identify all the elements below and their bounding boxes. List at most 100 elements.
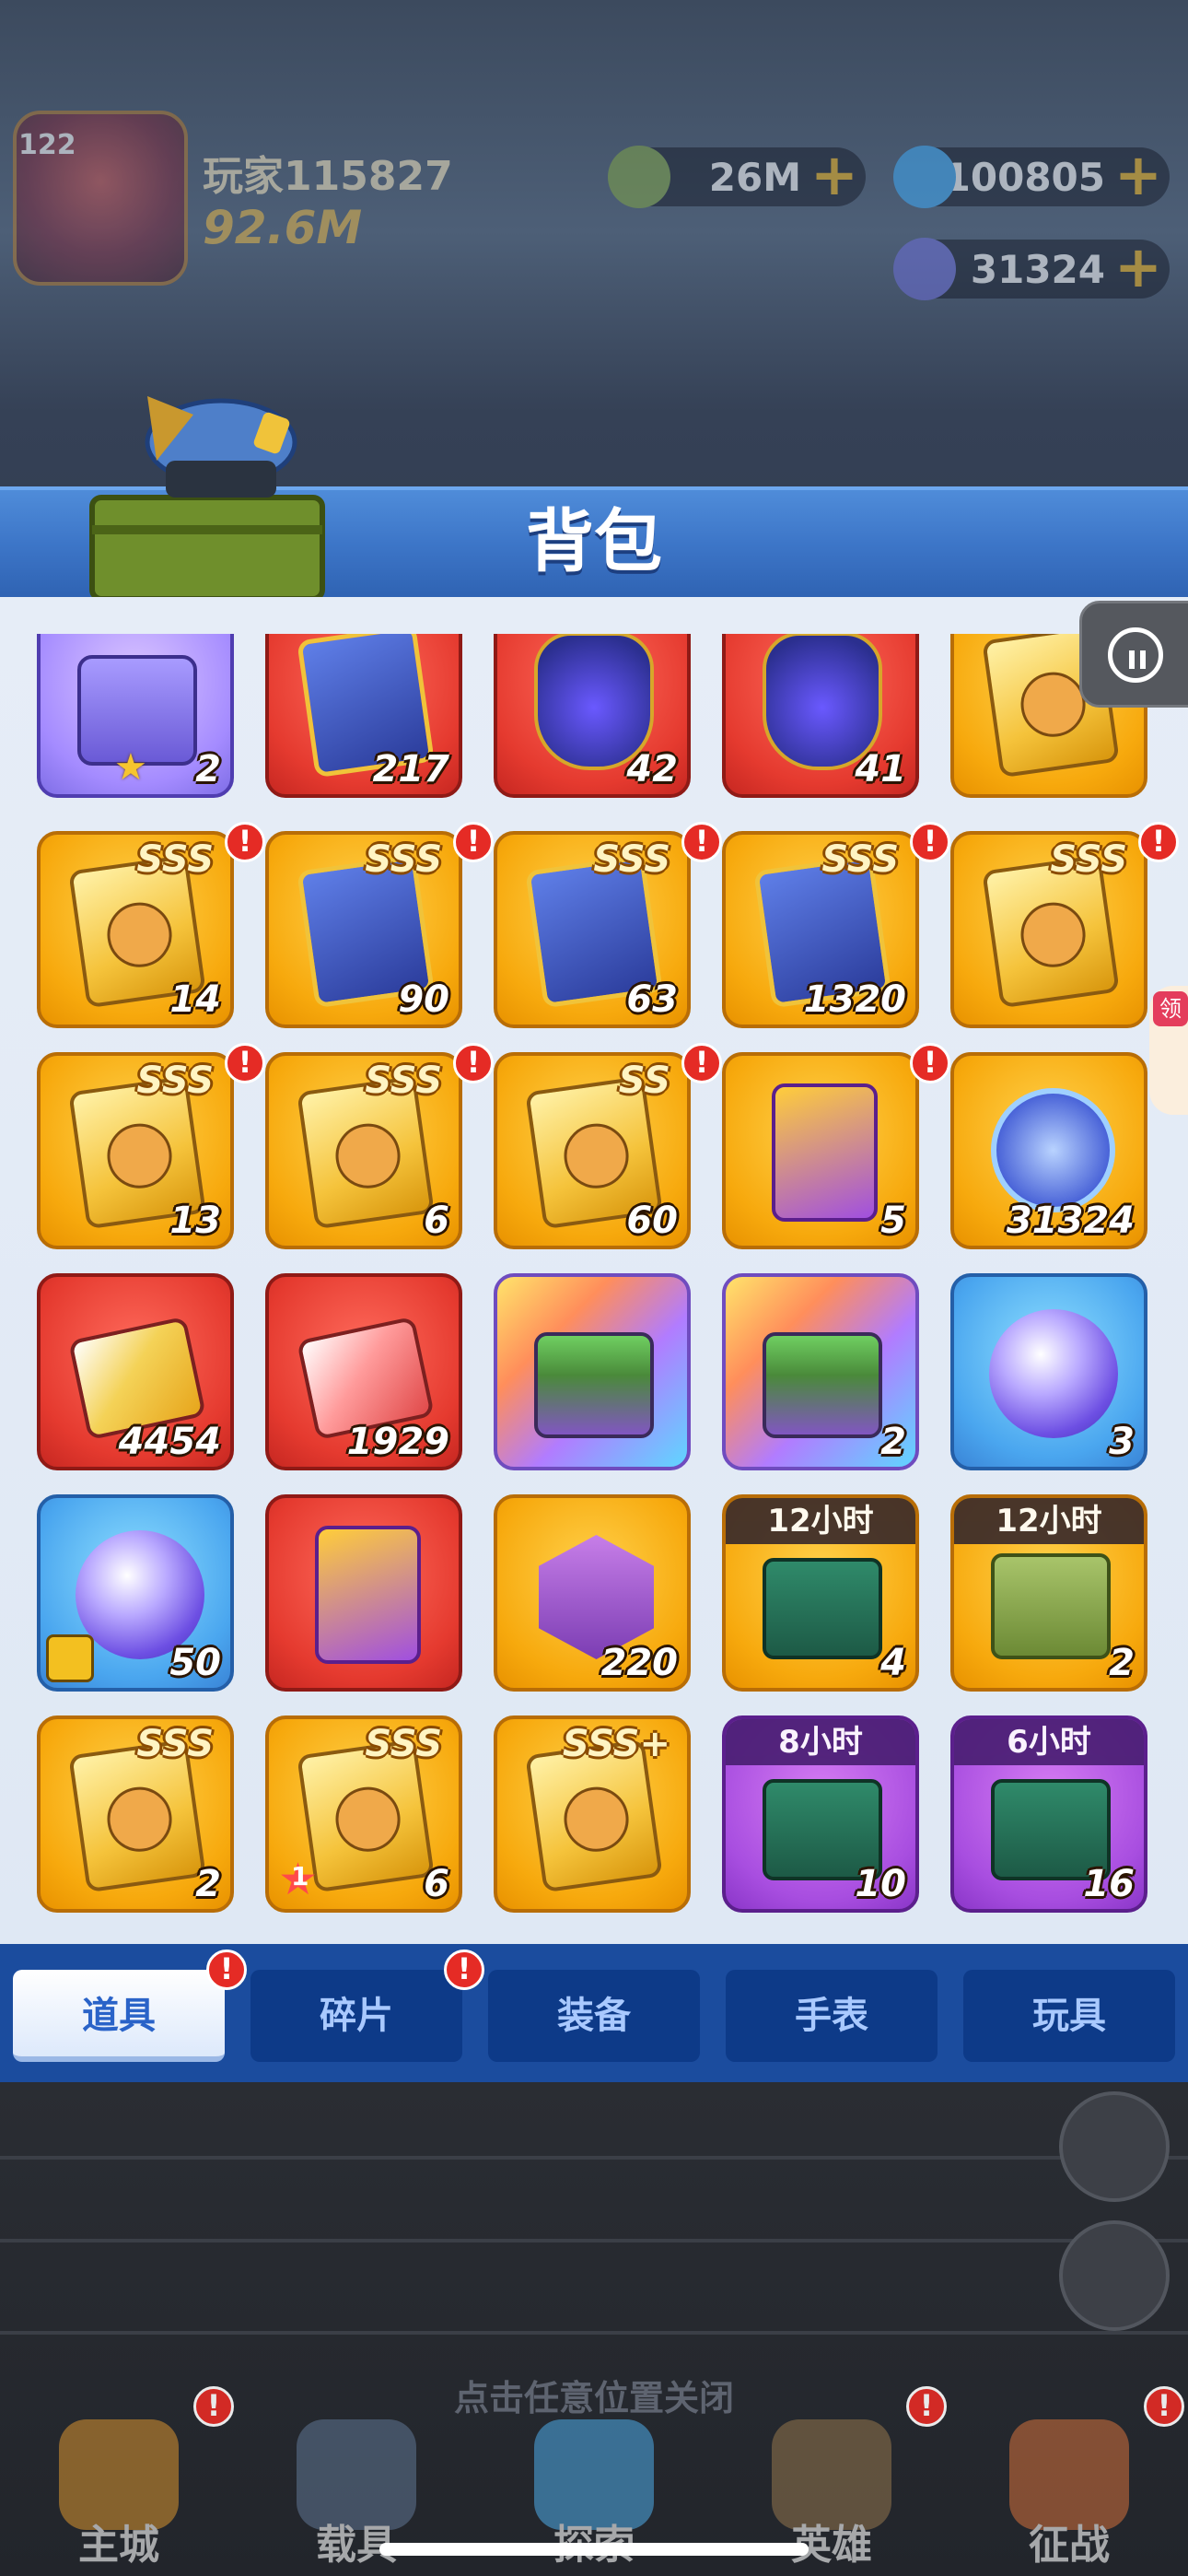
inventory-item[interactable]: SSS+: [494, 1715, 691, 1913]
item-count: 41: [855, 748, 906, 790]
item-count: 13: [169, 1200, 221, 1242]
tab-alert-badge: !: [444, 1950, 484, 1990]
inventory-item[interactable]: SSS ★ 1 6: [265, 1715, 462, 1913]
inventory-item[interactable]: 6小时 16: [950, 1715, 1147, 1913]
plus-icon[interactable]: +: [1114, 146, 1162, 204]
hero-face-icon: [560, 1783, 634, 1856]
coin-icon: [991, 1088, 1115, 1212]
star-icon: ★: [114, 746, 147, 789]
home-indicator[interactable]: [379, 2543, 809, 2556]
item-timer: 12小时: [726, 1498, 915, 1544]
item-count: 6: [424, 1863, 449, 1905]
inventory-item[interactable]: 2: [722, 1273, 919, 1470]
item-count: 1929: [346, 1421, 449, 1463]
ranking-button[interactable]: [1059, 2220, 1170, 2331]
tab-0[interactable]: 道具: [13, 1970, 225, 2062]
alert-badge: !: [453, 822, 494, 862]
inventory-item[interactable]: 1929: [265, 1273, 462, 1470]
tab-2[interactable]: 装备: [488, 1970, 700, 2062]
hero-face-icon: [103, 1783, 177, 1856]
item-count: 42: [626, 748, 678, 790]
nav-item-0[interactable]: 主城: [0, 2406, 238, 2576]
tab-1[interactable]: 碎片: [250, 1970, 462, 2062]
item-count: 4454: [118, 1421, 221, 1463]
inventory-item[interactable]: SSS 63: [494, 831, 691, 1028]
inventory-item[interactable]: 50: [37, 1494, 234, 1692]
pause-icon: [1108, 627, 1163, 683]
item-count: 3: [1109, 1421, 1135, 1463]
item-rank: SSS: [136, 1723, 214, 1765]
alert-badge: !: [453, 1043, 494, 1083]
nav-alert-badge: !: [1144, 2386, 1184, 2427]
inventory-item[interactable]: SSS 13: [37, 1052, 234, 1249]
inventory-item[interactable]: SSS 14: [37, 831, 234, 1028]
item-rank: SSS: [365, 838, 442, 881]
inventory-item[interactable]: [494, 1273, 691, 1470]
inventory-item[interactable]: SS 60: [494, 1052, 691, 1249]
item-count: 220: [600, 1642, 679, 1684]
inventory-item[interactable]: SSS 2: [37, 1715, 234, 1913]
friends-button[interactable]: [1059, 2091, 1170, 2202]
nav-label: 探索: [475, 2512, 713, 2570]
nav-item-4[interactable]: 征战: [950, 2406, 1188, 2576]
item-count: 90: [398, 978, 449, 1021]
item-count: 2: [195, 1863, 221, 1905]
plus-icon[interactable]: +: [810, 146, 858, 204]
backpack-chest-icon: [83, 359, 332, 608]
item-count: 10: [855, 1863, 906, 1905]
fragment-icon: [46, 1634, 94, 1682]
pause-button[interactable]: [1079, 601, 1188, 708]
item-count: 16: [1083, 1863, 1135, 1905]
inventory-item[interactable]: 31324: [950, 1052, 1147, 1249]
item-rank: SSS: [365, 1723, 442, 1765]
inventory-item[interactable]: 12小时 4: [722, 1494, 919, 1692]
inventory-item[interactable]: 3: [950, 1273, 1147, 1470]
item-count: 5: [880, 1200, 906, 1242]
item-grid: ★ 2 217 42 41 SSS 14! SSS 90! SSS 63! SSS 1320! SSS! S…: [0, 634, 1188, 1919]
inventory-item[interactable]: 8小时 10: [722, 1715, 919, 1913]
inventory-item[interactable]: 12小时 2: [950, 1494, 1147, 1692]
item-count: 2: [880, 1421, 906, 1463]
diamond-value: 100805: [943, 154, 1105, 200]
inventory-item[interactable]: 220: [494, 1494, 691, 1692]
hero-face-icon: [332, 1119, 405, 1193]
item-count: 60: [626, 1200, 678, 1242]
inventory-item[interactable]: 41: [722, 634, 919, 798]
b-coin-resource[interactable]: 31324 +: [893, 238, 1170, 300]
inventory-item[interactable]: SSS 6: [265, 1052, 462, 1249]
red-star-icon: ★ 1: [278, 1854, 319, 1905]
ticket-icon: [315, 1526, 421, 1664]
inventory-item[interactable]: SSS: [950, 831, 1147, 1028]
inventory-item[interactable]: 217: [265, 634, 462, 798]
inventory-item[interactable]: 4454: [37, 1273, 234, 1470]
inventory-item[interactable]: 42: [494, 634, 691, 798]
inventory-item[interactable]: SSS 1320: [722, 831, 919, 1028]
crate-icon: [763, 1332, 882, 1438]
nav-label: 英雄: [791, 2522, 872, 2569]
item-count: 50: [169, 1642, 221, 1684]
nav-alert-badge: !: [193, 2386, 234, 2427]
claim-side-tab[interactable]: 领: [1149, 986, 1188, 1115]
item-rank: SS: [618, 1060, 670, 1102]
item-timer: 6小时: [954, 1719, 1144, 1765]
inventory-item[interactable]: 5: [722, 1052, 919, 1249]
orb-icon: [76, 1530, 204, 1659]
tab-3[interactable]: 手表: [726, 1970, 938, 2062]
hero-face-icon: [560, 1119, 634, 1193]
item-rank: SSS: [136, 838, 214, 881]
nav-label: 征战: [1029, 2522, 1110, 2569]
diamond-resource[interactable]: 100805 +: [893, 146, 1170, 208]
item-count: 1320: [803, 978, 906, 1021]
tab-4[interactable]: 玩具: [963, 1970, 1175, 2062]
inventory-item[interactable]: ★ 2: [37, 634, 234, 798]
inventory-item[interactable]: [265, 1494, 462, 1692]
item-count: 217: [372, 748, 450, 790]
hero-face-icon: [1017, 898, 1090, 972]
plus-icon[interactable]: +: [1114, 239, 1162, 296]
hero-face-icon: [332, 1783, 405, 1856]
nav-label: 主城: [78, 2522, 159, 2569]
cash-resource[interactable]: 26M +: [608, 146, 866, 208]
tab-alert-badge: !: [206, 1950, 247, 1990]
inventory-item[interactable]: SSS 90: [265, 831, 462, 1028]
item-count: 4: [880, 1642, 906, 1684]
